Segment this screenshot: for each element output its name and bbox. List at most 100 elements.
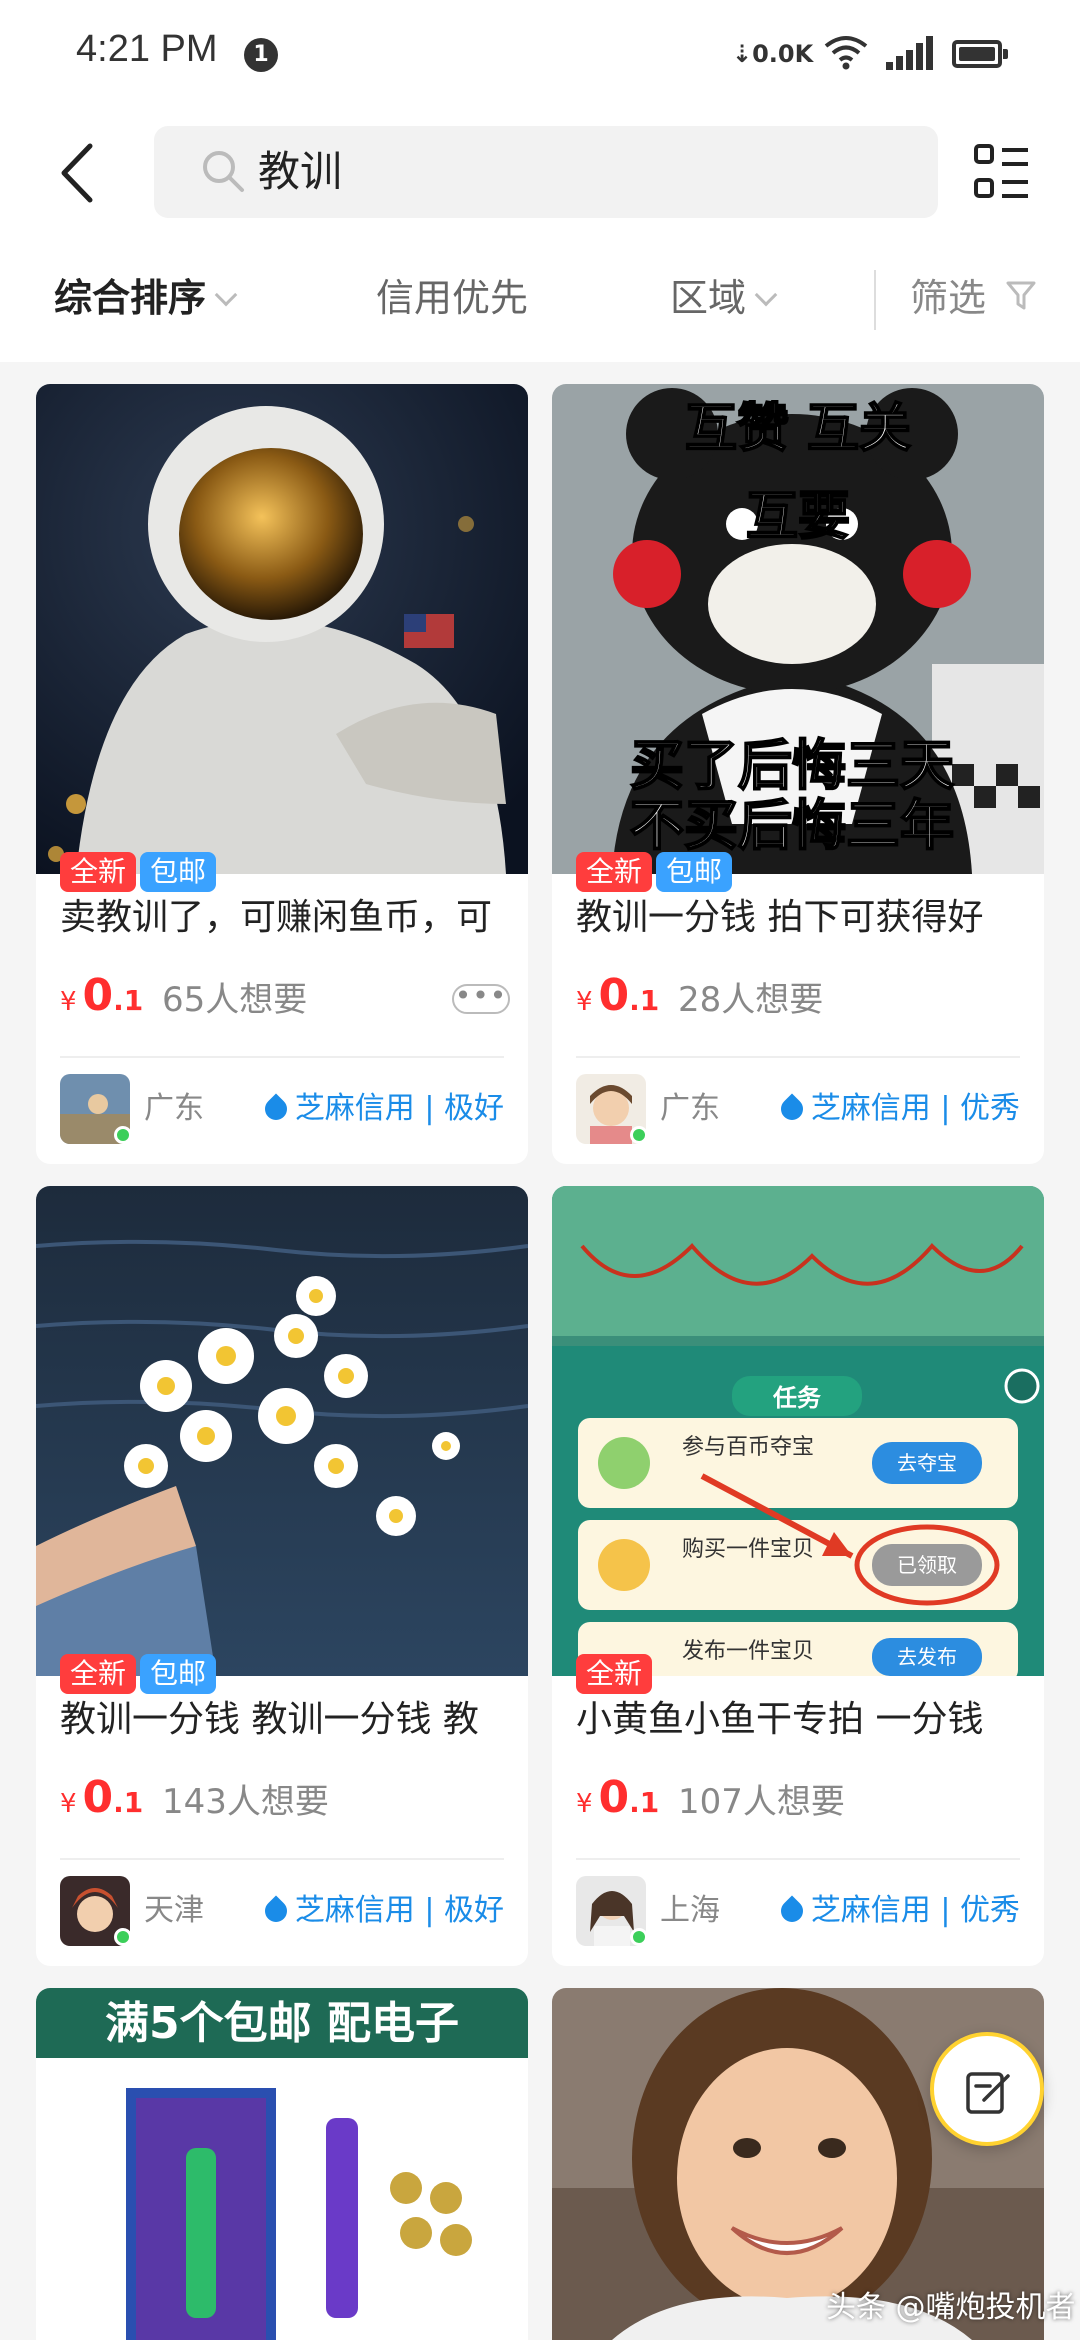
price-currency: ¥ [60, 1789, 77, 1819]
product-image-kumamon-meme: 互赞 互关 互要 买了后悔三天 不买后悔三年 [552, 384, 1044, 874]
credit-text: 芝麻信用 | 极好 [294, 1091, 504, 1126]
product-image-daisies [36, 1186, 528, 1676]
credit-text: 芝麻信用 | 极好 [294, 1893, 504, 1928]
status-time: 4:21 PM [76, 28, 218, 70]
product-image-laser-pointers: 满5个包邮 配电子 [36, 1988, 528, 2340]
sort-dropdown[interactable]: 综合排序 [54, 270, 238, 326]
credit-rating: 芝麻信用 | 优秀 [776, 1084, 1020, 1134]
top-bar: 4:21 PM 1 ⇣0.0K 教训 综合排序 信用优先 区域 筛选 [0, 0, 1080, 362]
more-options-button[interactable]: ••• [452, 982, 510, 1014]
credit-first-tab[interactable]: 信用优先 [376, 270, 528, 326]
filter-bar: 综合排序 信用优先 区域 筛选 [0, 250, 1080, 350]
notification-badge: 1 [244, 38, 278, 72]
online-dot [114, 1126, 132, 1144]
price-currency: ¥ [576, 987, 593, 1017]
funnel-icon [1006, 281, 1036, 310]
badge-new: 全新 [576, 852, 653, 892]
card-divider [576, 1858, 1020, 1860]
meme-text-line2: 互要 [746, 487, 850, 547]
back-icon[interactable] [54, 138, 104, 208]
net-speed-value: 0.0K [752, 40, 814, 68]
task-1-action: 去夺宝 [897, 1451, 957, 1475]
seller-city: 广东 [660, 1091, 720, 1126]
product-image-astronaut [36, 384, 528, 874]
price-currency: ¥ [576, 1789, 593, 1819]
price-dec: .1 [113, 984, 144, 1017]
badge-free-shipping: 包邮 [140, 852, 217, 892]
sort-label: 综合排序 [54, 276, 207, 320]
price-int: 0 [82, 970, 114, 1021]
product-title: 教训一分钱 教训一分钱 教 [60, 1699, 479, 1740]
signal-icon [886, 36, 933, 70]
product-card[interactable]: 任务 参与百币夺宝 去夺宝 购买一件宝贝 已领取 发布一件宝贝 去发布 全新 小… [552, 1186, 1044, 1966]
badge-group: 全新 包邮 [60, 1654, 217, 1694]
badge-new: 全新 [60, 1654, 137, 1694]
price-dec: .1 [629, 1786, 660, 1819]
meme-text-line4: 不买后悔三年 [630, 794, 954, 857]
price-int: 0 [598, 970, 630, 1021]
product-title: 卖教训了，可赚闲鱼币，可 [60, 897, 493, 938]
sesame-credit-icon [260, 1895, 292, 1927]
banner-text: 满5个包邮 配电子 [105, 1998, 459, 2049]
product-price: ¥0.1 [576, 968, 659, 1033]
price-dec: .1 [629, 984, 660, 1017]
product-card[interactable]: 全新 包邮 教训一分钱 教训一分钱 教 ¥0.1 143人想要 天津 芝麻信用 … [36, 1186, 528, 1966]
chevron-down-icon [214, 283, 238, 307]
sesame-credit-icon [260, 1093, 292, 1125]
status-bar: 4:21 PM 1 ⇣0.0K [0, 0, 1080, 110]
search-input[interactable]: 教训 [154, 126, 938, 218]
credit-rating: 芝麻信用 | 极好 [260, 1084, 504, 1134]
card-divider [60, 1858, 504, 1860]
region-dropdown[interactable]: 区域 [670, 270, 778, 326]
credit-rating: 芝麻信用 | 极好 [260, 1886, 504, 1936]
search-query: 教训 [258, 147, 343, 196]
publish-button[interactable] [930, 2032, 1044, 2146]
credit-first-label: 信用优先 [376, 276, 529, 320]
product-price: ¥0.1 [60, 968, 143, 1033]
task-2-action: 已领取 [897, 1553, 957, 1577]
task-2-label: 购买一件宝贝 [682, 1537, 814, 1562]
badge-free-shipping: 包邮 [656, 852, 733, 892]
badge-group: 全新 包邮 [60, 852, 217, 892]
meme-text-line3: 买了后悔三天 [630, 734, 954, 797]
sesame-credit-icon [776, 1895, 808, 1927]
want-count: 65人想要 [162, 980, 308, 1020]
seller-city: 上海 [660, 1893, 720, 1928]
seller-city: 广东 [144, 1091, 204, 1126]
want-count: 28人想要 [678, 980, 824, 1020]
badge-new: 全新 [576, 1654, 653, 1694]
online-dot [630, 1928, 648, 1946]
product-card[interactable]: 互赞 互关 互要 买了后悔三天 不买后悔三年 全新 包邮 教训一分钱 拍下可获得… [552, 384, 1044, 1164]
card-divider [576, 1056, 1020, 1058]
meme-text-line1: 互赞 互关 [685, 399, 911, 459]
price-int: 0 [82, 1772, 114, 1823]
want-count: 107人想要 [678, 1782, 845, 1822]
credit-text: 芝麻信用 | 优秀 [810, 1893, 1020, 1928]
search-icon [203, 151, 244, 192]
task-panel-title: 任务 [772, 1384, 822, 1412]
product-price: ¥0.1 [576, 1770, 659, 1835]
watermark: 头条 @嘴炮投机者 [826, 2290, 1076, 2325]
wifi-icon [824, 36, 868, 70]
product-price: ¥0.1 [60, 1770, 143, 1835]
battery-icon [952, 40, 1008, 68]
badge-free-shipping: 包邮 [140, 1654, 217, 1694]
task-1-label: 参与百币夺宝 [682, 1435, 814, 1460]
credit-rating: 芝麻信用 | 优秀 [776, 1886, 1020, 1936]
product-card[interactable]: 满5个包邮 配电子 [36, 1988, 528, 2340]
net-speed: ⇣0.0K [732, 40, 814, 68]
product-image-game-tasks: 任务 参与百币夺宝 去夺宝 购买一件宝贝 已领取 发布一件宝贝 去发布 [552, 1186, 1044, 1676]
filter-button[interactable]: 筛选 [910, 270, 986, 326]
sesame-credit-icon [776, 1093, 808, 1125]
filter-label: 筛选 [910, 276, 987, 320]
badge-group: 全新 包邮 [576, 852, 733, 892]
badge-group: 全新 [576, 1654, 653, 1694]
list-grid-icon[interactable] [972, 142, 1032, 202]
credit-text: 芝麻信用 | 优秀 [810, 1091, 1020, 1126]
price-int: 0 [598, 1772, 630, 1823]
badge-new: 全新 [60, 852, 137, 892]
online-dot [630, 1126, 648, 1144]
product-title: 小黄鱼小鱼干专拍 一分钱 [576, 1699, 984, 1740]
product-card[interactable]: 全新 包邮 卖教训了，可赚闲鱼币，可 ¥0.1 65人想要 ••• 广东 芝麻信… [36, 384, 528, 1164]
task-3-label: 发布一件宝贝 [682, 1639, 814, 1664]
